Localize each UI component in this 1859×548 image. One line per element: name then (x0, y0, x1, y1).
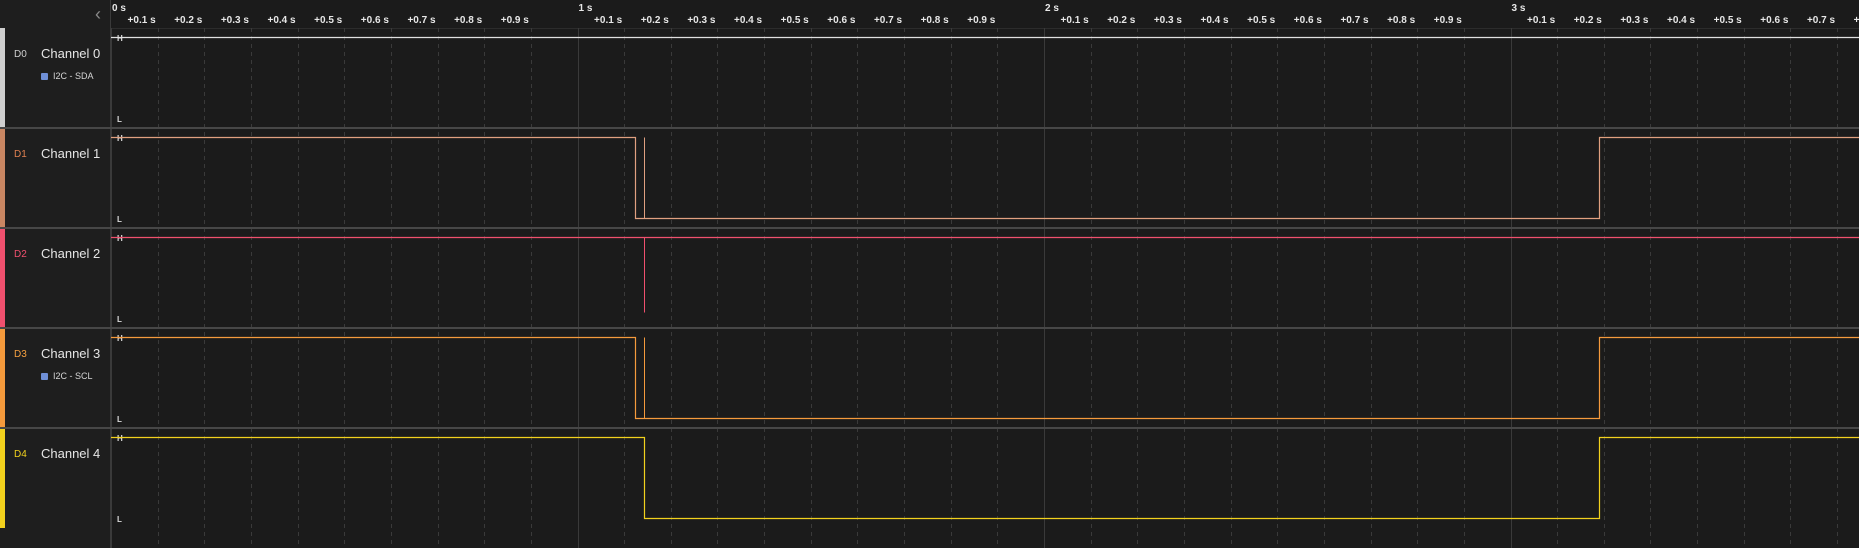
trace-d3 (111, 336, 1859, 420)
row-separator (0, 227, 1859, 229)
waveform-area[interactable]: H L H L H L H L H L (0, 0, 1859, 548)
row-separator (0, 127, 1859, 129)
row-separator (0, 427, 1859, 429)
level-high-label: H (117, 334, 123, 343)
row-separator (0, 327, 1859, 329)
trace-d1 (111, 136, 1859, 220)
trace-d4 (111, 436, 1859, 520)
level-low-label: L (117, 415, 122, 424)
level-low-label: L (117, 215, 122, 224)
level-high-label: H (117, 134, 123, 143)
level-low-label: L (117, 115, 122, 124)
level-low-label: L (117, 315, 122, 324)
level-high-label: H (117, 434, 123, 443)
level-low-label: L (117, 515, 122, 524)
level-high-label: H (117, 234, 123, 243)
level-high-label: H (117, 34, 123, 43)
logic-analyzer-window: ‹ D0 Channel 0 I2C - SDA D1 Channel 1 D2 Chann… (0, 0, 1859, 548)
